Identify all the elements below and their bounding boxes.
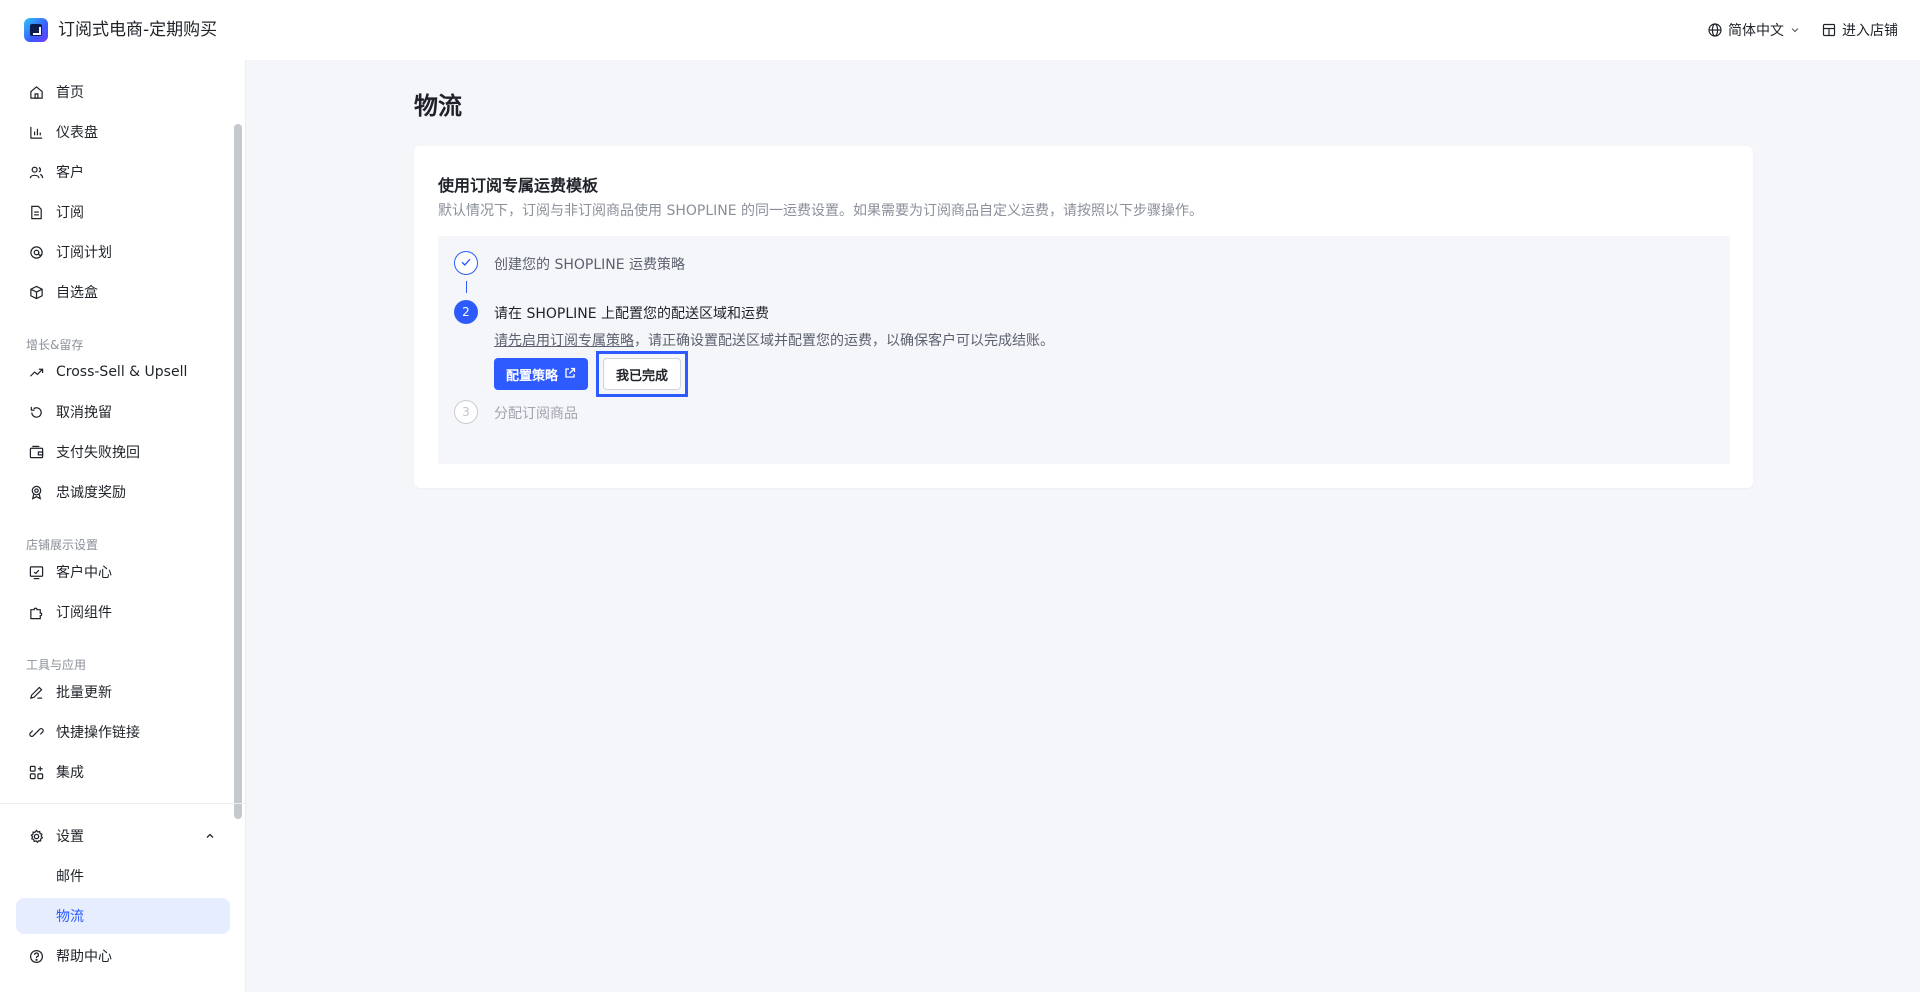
card-description: 默认情况下，订阅与非订阅商品使用 SHOPLINE 的同一运费设置。如果需要为订… <box>438 203 1204 219</box>
chevron-up-icon <box>204 830 216 846</box>
configure-strategy-label: 配置策略 <box>506 367 559 383</box>
step-3-title: 分配订阅商品 <box>494 406 578 422</box>
sidebar-item-label: 帮助中心 <box>56 949 112 965</box>
sidebar-item-loyalty[interactable]: 忠诚度奖励 <box>16 474 230 510</box>
section-label-tools: 工具与应用 <box>26 658 87 672</box>
sidebar-divider <box>0 803 245 804</box>
wallet-icon <box>28 444 44 460</box>
home-icon <box>28 84 44 100</box>
sidebar-item-customers[interactable]: 客户 <box>16 154 230 190</box>
step-1-title: 创建您的 SHOPLINE 运费策略 <box>494 257 686 273</box>
screen-icon <box>28 564 44 580</box>
sidebar-item-cross-sell[interactable]: Cross-Sell & Upsell <box>16 354 230 390</box>
sidebar-item-cancel-retention[interactable]: 取消挽留 <box>16 394 230 430</box>
sidebar-item-integrations[interactable]: 集成 <box>16 754 230 790</box>
configure-strategy-button[interactable]: 配置策略 <box>494 358 589 390</box>
enter-store-link[interactable]: 进入店铺 <box>1822 20 1898 40</box>
puzzle-icon <box>28 604 44 620</box>
medal-icon <box>28 484 44 500</box>
sidebar-item-settings[interactable]: 设置 <box>16 818 230 854</box>
sidebar-item-subscriptions[interactable]: 订阅 <box>16 194 230 230</box>
sidebar-item-label: 批量更新 <box>56 685 112 701</box>
top-bar: 订阅式电商-定期购买 简体中文 进入店铺 <box>0 0 1920 60</box>
sidebar-item-home[interactable]: 首页 <box>16 74 230 110</box>
check-icon <box>460 256 472 271</box>
section-label-storefront: 店铺展示设置 <box>26 538 99 552</box>
sidebar-item-label: 快捷操作链接 <box>56 725 140 741</box>
sidebar-item-label: 客户中心 <box>56 565 112 581</box>
undo-icon <box>28 404 44 420</box>
sidebar-item-label: 支付失败挽回 <box>56 445 140 461</box>
store-icon <box>1822 23 1836 37</box>
enter-store-label: 进入店铺 <box>1842 23 1898 39</box>
pen-icon <box>28 684 44 700</box>
sidebar: 首页 仪表盘 客户 订阅 订阅计划 自选盒 增长&留存 Cross-Sell &… <box>0 60 246 992</box>
sidebar-item-quick-links[interactable]: 快捷操作链接 <box>16 714 230 750</box>
sidebar-item-label: Cross-Sell & Upsell <box>56 364 188 380</box>
sidebar-item-label: 仪表盘 <box>56 125 98 141</box>
step-2-indicator: 2 <box>454 300 478 324</box>
users-icon <box>28 164 44 180</box>
done-button-label: 我已完成 <box>615 368 668 384</box>
sidebar-item-dashboard[interactable]: 仪表盘 <box>16 114 230 150</box>
sidebar-item-custom-box[interactable]: 自选盒 <box>16 274 230 310</box>
plan-icon <box>28 244 44 260</box>
sidebar-item-label: 订阅 <box>56 205 84 221</box>
step-3-indicator: 3 <box>454 400 478 424</box>
sidebar-item-customer-center[interactable]: 客户中心 <box>16 554 230 590</box>
apps-icon <box>28 764 44 780</box>
done-button-highlight: 我已完成 <box>596 351 688 397</box>
top-right-actions: 简体中文 进入店铺 <box>1708 18 1898 42</box>
step-1-indicator <box>454 251 478 275</box>
sidebar-item-subscription-plans[interactable]: 订阅计划 <box>16 234 230 270</box>
enable-strategy-link[interactable]: 请先启用订阅专属策略 <box>494 333 634 349</box>
gear-icon <box>28 828 44 844</box>
sidebar-item-label: 集成 <box>56 765 84 781</box>
page-title: 物流 <box>414 92 462 120</box>
sidebar-item-logistics[interactable]: 物流 <box>16 898 230 934</box>
card-title: 使用订阅专属运费模板 <box>438 176 599 195</box>
sidebar-item-widgets[interactable]: 订阅组件 <box>16 594 230 630</box>
sidebar-item-label: 首页 <box>56 85 84 101</box>
chevron-down-icon <box>1790 25 1800 35</box>
document-icon <box>28 204 44 220</box>
trend-up-icon <box>28 364 44 380</box>
sidebar-scrollbar[interactable] <box>234 124 242 819</box>
sidebar-item-label: 订阅组件 <box>56 605 112 621</box>
help-icon <box>28 948 44 964</box>
done-button[interactable]: 我已完成 <box>603 358 681 390</box>
step-2-title: 请在 SHOPLINE 上配置您的配送区域和运费 <box>494 306 770 322</box>
step-2-description: 请先启用订阅专属策略，请正确设置配送区域并配置您的运费，以确保客户可以完成结账。 <box>494 330 1054 350</box>
sidebar-item-label: 取消挽留 <box>56 405 112 421</box>
sidebar-item-label: 物流 <box>56 909 84 925</box>
bar-chart-icon <box>28 124 44 140</box>
sidebar-item-help-center[interactable]: 帮助中心 <box>16 938 230 974</box>
external-link-icon <box>564 367 576 382</box>
step-2-description-text: ，请正确设置配送区域并配置您的运费，以确保客户可以完成结账。 <box>634 333 1054 349</box>
sidebar-item-bulk-update[interactable]: 批量更新 <box>16 674 230 710</box>
sidebar-item-payment-recovery[interactable]: 支付失败挽回 <box>16 434 230 470</box>
sidebar-item-label: 订阅计划 <box>56 245 112 261</box>
app-title: 订阅式电商-定期购买 <box>58 20 218 40</box>
steps-panel: 创建您的 SHOPLINE 运费策略 2 请在 SHOPLINE 上配置您的配送… <box>438 236 1730 464</box>
step-connector <box>466 281 467 293</box>
sidebar-item-label: 客户 <box>56 165 84 181</box>
box-icon <box>28 284 44 300</box>
shipping-template-card: 使用订阅专属运费模板 默认情况下，订阅与非订阅商品使用 SHOPLINE 的同一… <box>414 146 1753 488</box>
language-selector[interactable]: 简体中文 <box>1708 20 1800 40</box>
sidebar-item-label: 设置 <box>56 829 84 845</box>
sidebar-item-label: 自选盒 <box>56 285 98 301</box>
section-label-growth: 增长&留存 <box>26 338 84 352</box>
sidebar-item-email[interactable]: 邮件 <box>16 858 230 894</box>
link-icon <box>28 724 44 740</box>
app-logo <box>24 18 48 42</box>
sidebar-item-label: 忠诚度奖励 <box>56 485 126 501</box>
sidebar-item-label: 邮件 <box>56 869 84 885</box>
language-label: 简体中文 <box>1728 23 1784 39</box>
globe-icon <box>1708 23 1722 37</box>
